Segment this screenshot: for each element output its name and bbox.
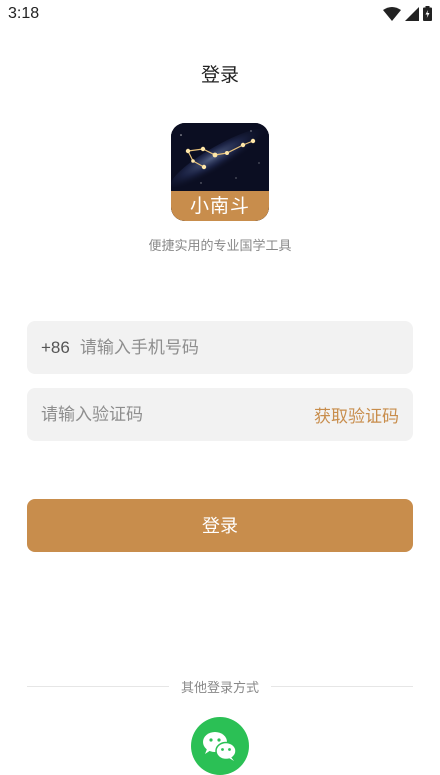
get-code-button[interactable]: 获取验证码 [314, 402, 399, 427]
status-time: 3:18 [8, 5, 40, 22]
app-logo: 小南斗 [171, 123, 269, 221]
wechat-login-button[interactable] [191, 717, 249, 775]
phone-input[interactable] [79, 337, 399, 358]
other-login-divider: 其他登录方式 [27, 676, 414, 696]
divider-line-left [27, 685, 169, 687]
other-login-label: 其他登录方式 [181, 680, 260, 696]
logo-label: 小南斗 [171, 191, 269, 221]
wifi-icon [383, 6, 401, 21]
phone-input-row[interactable]: +86 [27, 321, 413, 374]
status-icons [383, 6, 432, 21]
signal-icon [405, 6, 419, 21]
country-code[interactable]: +86 [41, 338, 70, 358]
login-button[interactable]: 登录 [27, 499, 413, 552]
verification-code-input[interactable] [41, 404, 314, 425]
code-input-row[interactable]: 获取验证码 [27, 388, 413, 441]
page-title: 登录 [200, 64, 239, 86]
battery-icon [423, 6, 432, 21]
divider-line-right [271, 685, 414, 687]
status-bar: 3:18 [0, 0, 440, 30]
app-tagline: 便捷实用的专业国学工具 [148, 239, 292, 254]
